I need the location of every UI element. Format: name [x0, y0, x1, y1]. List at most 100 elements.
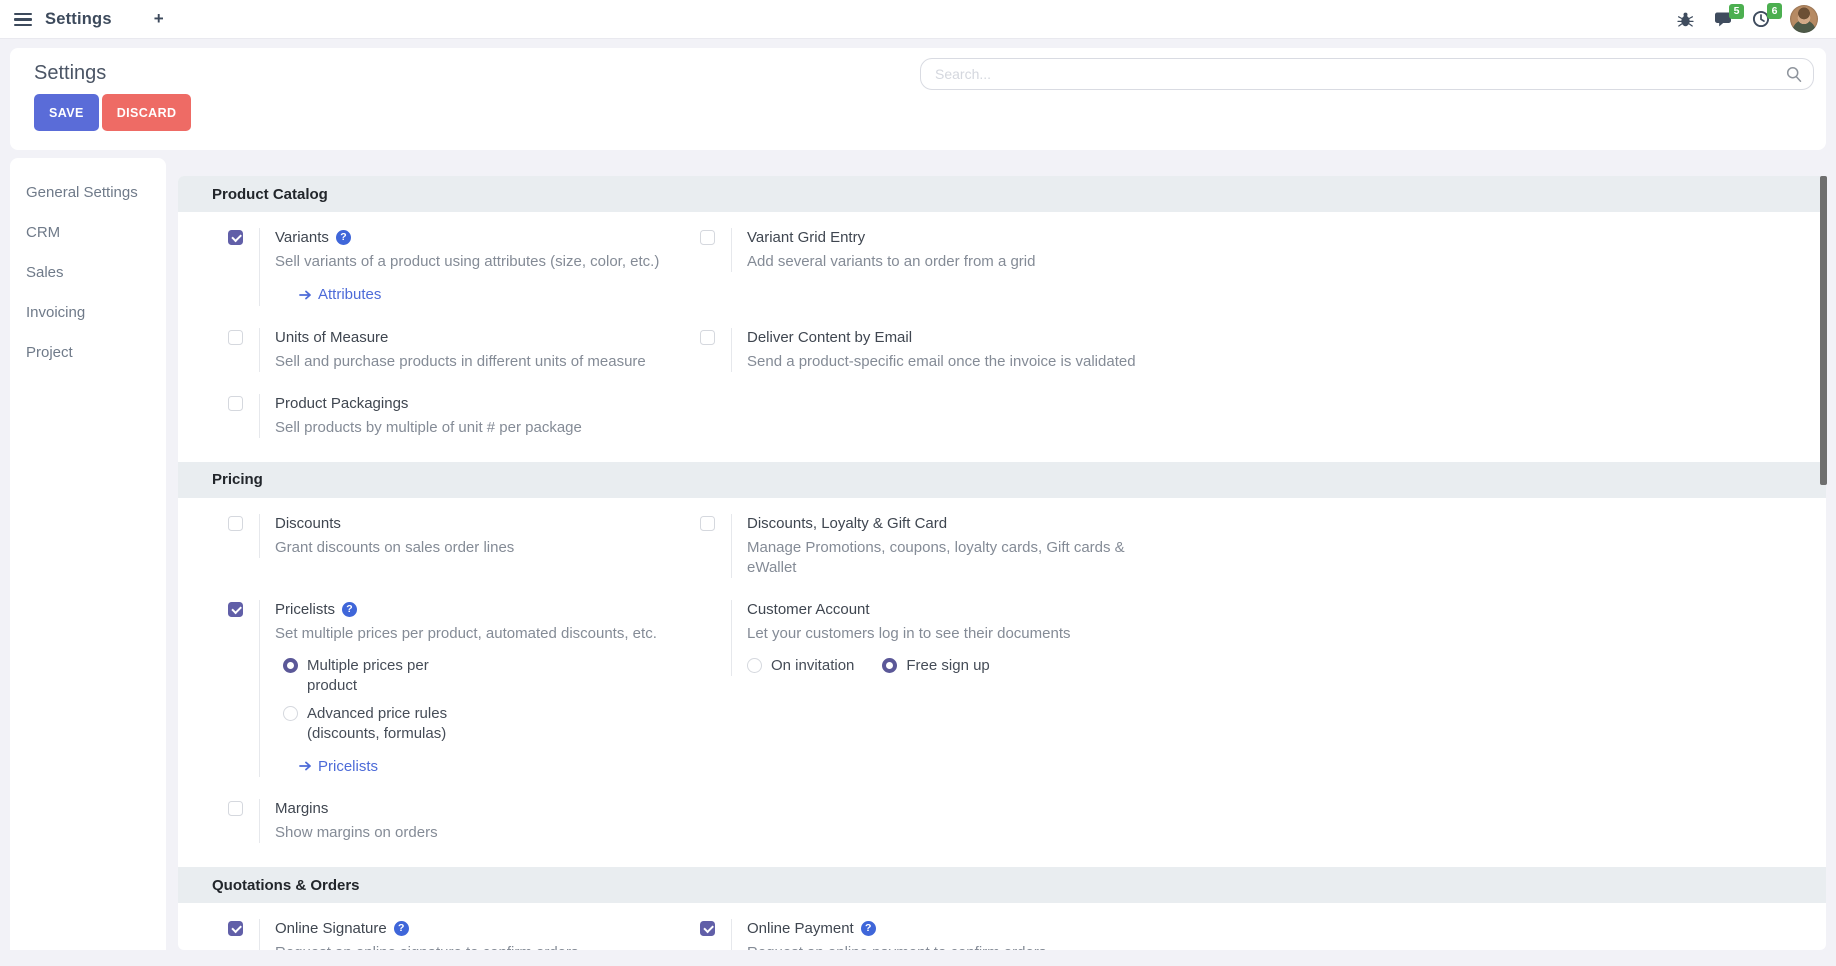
setting-deliver-content-by-email: Deliver Content by Email Send a product-… [700, 328, 1796, 372]
divider [259, 228, 260, 306]
search-icon[interactable] [1786, 66, 1802, 87]
vertical-scrollbar[interactable] [1820, 176, 1827, 485]
setting-margins: Margins Show margins on orders [228, 799, 700, 843]
online-payment-checkbox[interactable] [700, 921, 715, 936]
setting-pricelists: Pricelists ? Set multiple prices per pro… [228, 600, 700, 778]
radio-on-invitation[interactable]: On invitation [747, 656, 854, 676]
page-title: Settings [34, 62, 106, 85]
setting-label: Deliver Content by Email [747, 328, 912, 347]
setting-discounts-loyalty-gift-card: Discounts, Loyalty & Gift Card Manage Pr… [700, 514, 1796, 578]
setting-online-payment: Online Payment ? Request an online payme… [700, 919, 1796, 950]
save-button[interactable]: SAVE [34, 94, 99, 131]
setting-variant-grid-entry: Variant Grid Entry Add several variants … [700, 228, 1796, 272]
setting-label: Pricelists [275, 600, 335, 619]
setting-desc: Show margins on orders [275, 823, 700, 843]
control-panel: Settings SAVE DISCARD [10, 48, 1826, 150]
search-box [920, 58, 1814, 90]
sidebar-item-project[interactable]: Project [10, 332, 166, 372]
debug-bug-icon[interactable] [1677, 11, 1694, 28]
deliver-content-checkbox[interactable] [700, 330, 715, 345]
pricelists-checkbox[interactable] [228, 602, 243, 617]
radio-multiple-prices[interactable]: Multiple prices per product [283, 656, 700, 696]
menu-icon[interactable] [14, 18, 32, 20]
setting-desc: Send a product-specific email once the i… [747, 352, 1796, 372]
section-header-pricing: Pricing [178, 462, 1826, 498]
help-icon[interactable]: ? [336, 230, 351, 245]
variants-checkbox[interactable] [228, 230, 243, 245]
help-icon[interactable]: ? [342, 602, 357, 617]
divider [731, 919, 732, 950]
setting-label: Discounts [275, 514, 341, 533]
discounts-checkbox[interactable] [228, 516, 243, 531]
setting-desc: Sell variants of a product using attribu… [275, 252, 700, 272]
divider [731, 600, 732, 676]
loyalty-checkbox[interactable] [700, 516, 715, 531]
attributes-link[interactable]: Attributes [299, 286, 381, 303]
radio-button-selected[interactable] [283, 658, 298, 673]
radio-advanced-price-rules[interactable]: Advanced price rules (discounts, formula… [283, 704, 700, 744]
sidebar-item-invoicing[interactable]: Invoicing [10, 292, 166, 332]
app-title[interactable]: Settings [45, 10, 112, 29]
setting-desc: Let your customers log in to see their d… [747, 624, 1796, 644]
divider [731, 328, 732, 372]
setting-desc: Sell products by multiple of unit # per … [275, 418, 700, 438]
divider [731, 228, 732, 272]
help-icon[interactable]: ? [394, 921, 409, 936]
section-header-product-catalog: Product Catalog [178, 176, 1826, 212]
divider [259, 919, 260, 950]
radio-free-sign-up[interactable]: Free sign up [882, 656, 989, 676]
setting-units-of-measure: Units of Measure Sell and purchase produ… [228, 328, 700, 372]
setting-desc: Grant discounts on sales order lines [275, 538, 700, 558]
margins-checkbox[interactable] [228, 801, 243, 816]
search-input[interactable] [920, 58, 1814, 90]
setting-label: Product Packagings [275, 394, 408, 413]
divider [259, 514, 260, 558]
setting-desc-line2: eWallet [747, 558, 1796, 578]
setting-desc: Sell and purchase products in different … [275, 352, 700, 372]
radio-button[interactable] [747, 658, 762, 673]
setting-customer-account: Customer Account Let your customers log … [700, 600, 1796, 676]
divider [731, 514, 732, 578]
discard-button[interactable]: DISCARD [102, 94, 192, 131]
setting-product-packagings: Product Packagings Sell products by mult… [228, 394, 700, 438]
setting-desc: Add several variants to an order from a … [747, 252, 1796, 272]
setting-desc: Request an online payment to confirm ord… [747, 943, 1796, 950]
activities-clock-icon[interactable]: 6 [1752, 10, 1770, 28]
sidebar-item-general-settings[interactable]: General Settings [10, 172, 166, 212]
setting-label: Customer Account [747, 600, 870, 619]
sidebar-item-crm[interactable]: CRM [10, 212, 166, 252]
setting-label: Margins [275, 799, 328, 818]
variant-grid-entry-checkbox[interactable] [700, 230, 715, 245]
help-icon[interactable]: ? [861, 921, 876, 936]
online-signature-checkbox[interactable] [228, 921, 243, 936]
setting-label: Units of Measure [275, 328, 388, 347]
radio-button[interactable] [283, 706, 298, 721]
setting-desc: Set multiple prices per product, automat… [275, 624, 700, 644]
setting-label: Online Signature [275, 919, 387, 938]
setting-label: Discounts, Loyalty & Gift Card [747, 514, 947, 533]
section-header-quotations-orders: Quotations & Orders [178, 867, 1826, 903]
user-avatar[interactable] [1790, 5, 1818, 33]
settings-nav-sidebar: General Settings CRM Sales Invoicing Pro… [10, 158, 166, 950]
top-navbar: Settings + 5 6 [0, 0, 1836, 39]
settings-content: Product Catalog Variants ? Sell variants… [178, 176, 1826, 950]
setting-label: Variant Grid Entry [747, 228, 865, 247]
radio-button-selected[interactable] [882, 658, 897, 673]
activities-badge: 6 [1767, 3, 1782, 19]
divider [259, 394, 260, 438]
plus-icon[interactable]: + [154, 9, 164, 29]
divider [259, 328, 260, 372]
setting-label: Online Payment [747, 919, 854, 938]
setting-desc: Manage Promotions, coupons, loyalty card… [747, 538, 1796, 558]
units-of-measure-checkbox[interactable] [228, 330, 243, 345]
messages-badge: 5 [1729, 4, 1744, 20]
setting-variants: Variants ? Sell variants of a product us… [228, 228, 700, 306]
setting-online-signature: Online Signature ? Request an online sig… [228, 919, 700, 950]
messages-icon[interactable]: 5 [1714, 11, 1732, 28]
setting-discounts: Discounts Grant discounts on sales order… [228, 514, 700, 558]
sidebar-item-sales[interactable]: Sales [10, 252, 166, 292]
pricelists-link[interactable]: Pricelists [299, 758, 378, 775]
product-packagings-checkbox[interactable] [228, 396, 243, 411]
setting-desc: Request an online signature to confirm o… [275, 943, 700, 950]
divider [259, 799, 260, 843]
